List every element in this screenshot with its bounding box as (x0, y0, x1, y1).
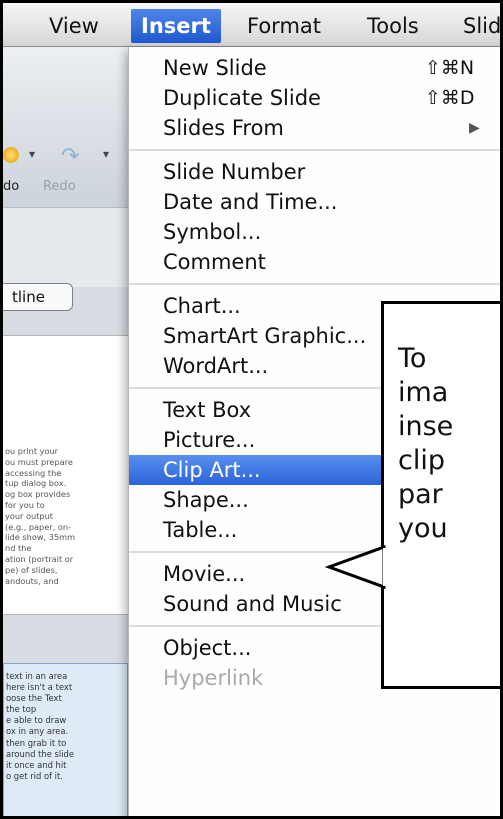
notes-text-line: then grab it to (6, 737, 67, 748)
slide-text-line: accessing the (5, 467, 62, 478)
menu-item-label: Slide Number (163, 160, 306, 184)
notes-text-line: o get rid of it. (6, 770, 63, 781)
slide-text-line: nd the (5, 543, 32, 554)
menu-separator (129, 283, 500, 285)
keyboard-shortcut: ⇧⌘N (425, 57, 475, 79)
redo-label: Redo (43, 179, 76, 194)
slide-text-line: ou must prepare (5, 456, 73, 467)
menu-item-label: Hyperlink (163, 666, 264, 690)
menu-item-label: Shape... (163, 488, 249, 512)
menu-item-comment[interactable]: Comment (129, 247, 500, 277)
menu-item-slides-from[interactable]: Slides From ▶ (129, 113, 500, 143)
menu-item-label: Duplicate Slide (163, 86, 321, 110)
notes-text-line: it once and hit (6, 759, 67, 770)
menu-item-label: New Slide (163, 56, 267, 80)
slide-text-line: lide show, 35mm (5, 532, 76, 543)
menu-separator (129, 149, 500, 151)
notes-text-line: text in an area (6, 671, 68, 681)
outline-tab[interactable]: tline (3, 283, 73, 311)
menu-item-label: Table... (163, 518, 238, 542)
menu-item-label: Sound and Music (163, 592, 342, 616)
redo-dropdown-chevron-icon[interactable]: ▾ (103, 147, 109, 161)
slide-preview[interactable]: ou print your ou must prepare accessing th… (3, 335, 128, 615)
notes-text-line: the top (6, 704, 37, 715)
notes-text-line: oose the Text (6, 693, 62, 704)
notes-text-line: ox in any area. (6, 726, 69, 737)
slide-text-line: pe) of slides, (5, 564, 58, 575)
slide-text-line: andouts, and (5, 575, 59, 586)
notes-text-line: here isn't a text (6, 682, 73, 693)
notes-text-line: around the slide (6, 748, 75, 759)
menu-view[interactable]: View (39, 9, 109, 43)
slide-text-line: for you to (5, 499, 45, 510)
menu-insert[interactable]: Insert (131, 9, 221, 43)
slide-text-line: ation (portrait or (5, 553, 74, 564)
toolbar: ▾ ↷ ▾ do Redo (3, 47, 128, 207)
undo-label: do (3, 179, 20, 194)
menu-item-label: Clip Art... (163, 458, 261, 482)
menu-item-date-and-time[interactable]: Date and Time... (129, 187, 500, 217)
menu-bar: View Insert Format Tools Slid (3, 3, 500, 47)
background-app-window: ▾ ↷ ▾ do Redo tline ou print your ou must… (3, 47, 128, 816)
menu-item-slide-number[interactable]: Slide Number (129, 157, 500, 187)
keyboard-shortcut: ⇧⌘D (425, 87, 475, 109)
menu-item-label: Chart... (163, 294, 241, 318)
menu-item-label: Text Box (163, 398, 252, 422)
slide-text: ou print your ou must prepare accessing th… (5, 446, 125, 586)
menu-item-new-slide[interactable]: New Slide ⇧⌘N (129, 53, 500, 83)
callout-pointer (325, 544, 387, 590)
menu-item-duplicate-slide[interactable]: Duplicate Slide ⇧⌘D (129, 83, 500, 113)
menu-item-label: Object... (163, 636, 252, 660)
menu-item-label: WordArt... (163, 354, 269, 378)
slide-text-line: tup dialog box. (5, 478, 67, 489)
notes-text-box[interactable]: text in an area here isn't a text oose the… (3, 663, 128, 816)
submenu-arrow-icon: ▶ (469, 120, 480, 136)
screenshot-frame: View Insert Format Tools Slid ▾ ↷ ▾ do R… (0, 0, 503, 819)
view-tabs-strip (3, 207, 128, 287)
menu-item-label: Slides From (163, 116, 284, 140)
menu-item-label: Comment (163, 250, 266, 274)
menu-tools[interactable]: Tools (357, 9, 429, 43)
notes-text-line: e able to draw (6, 715, 67, 726)
undo-icon[interactable] (3, 147, 19, 163)
callout-text: To ima inse clip par you (398, 343, 454, 544)
menu-item-label: Picture... (163, 428, 256, 452)
menu-item-label: Movie... (163, 562, 246, 586)
undo-dropdown-chevron-icon[interactable]: ▾ (29, 147, 35, 161)
callout-bubble: To ima inse clip par you (381, 301, 500, 689)
menu-item-label: Symbol... (163, 220, 262, 244)
menu-item-label: SmartArt Graphic... (163, 324, 367, 348)
menu-item-symbol[interactable]: Symbol... (129, 217, 500, 247)
menu-item-label: Date and Time... (163, 190, 338, 214)
menu-slide-show[interactable]: Slid (453, 9, 500, 43)
slide-text-line: your output (5, 510, 54, 521)
notes-text: text in an area here isn't a text oose the… (6, 671, 126, 782)
slide-text-line: ou print your (5, 446, 59, 456)
slide-text-line: og box provides (5, 489, 71, 500)
slide-text-line: (e.g., paper, on- (5, 521, 72, 532)
redo-icon[interactable]: ↷ (61, 144, 79, 169)
menu-format[interactable]: Format (237, 9, 331, 43)
